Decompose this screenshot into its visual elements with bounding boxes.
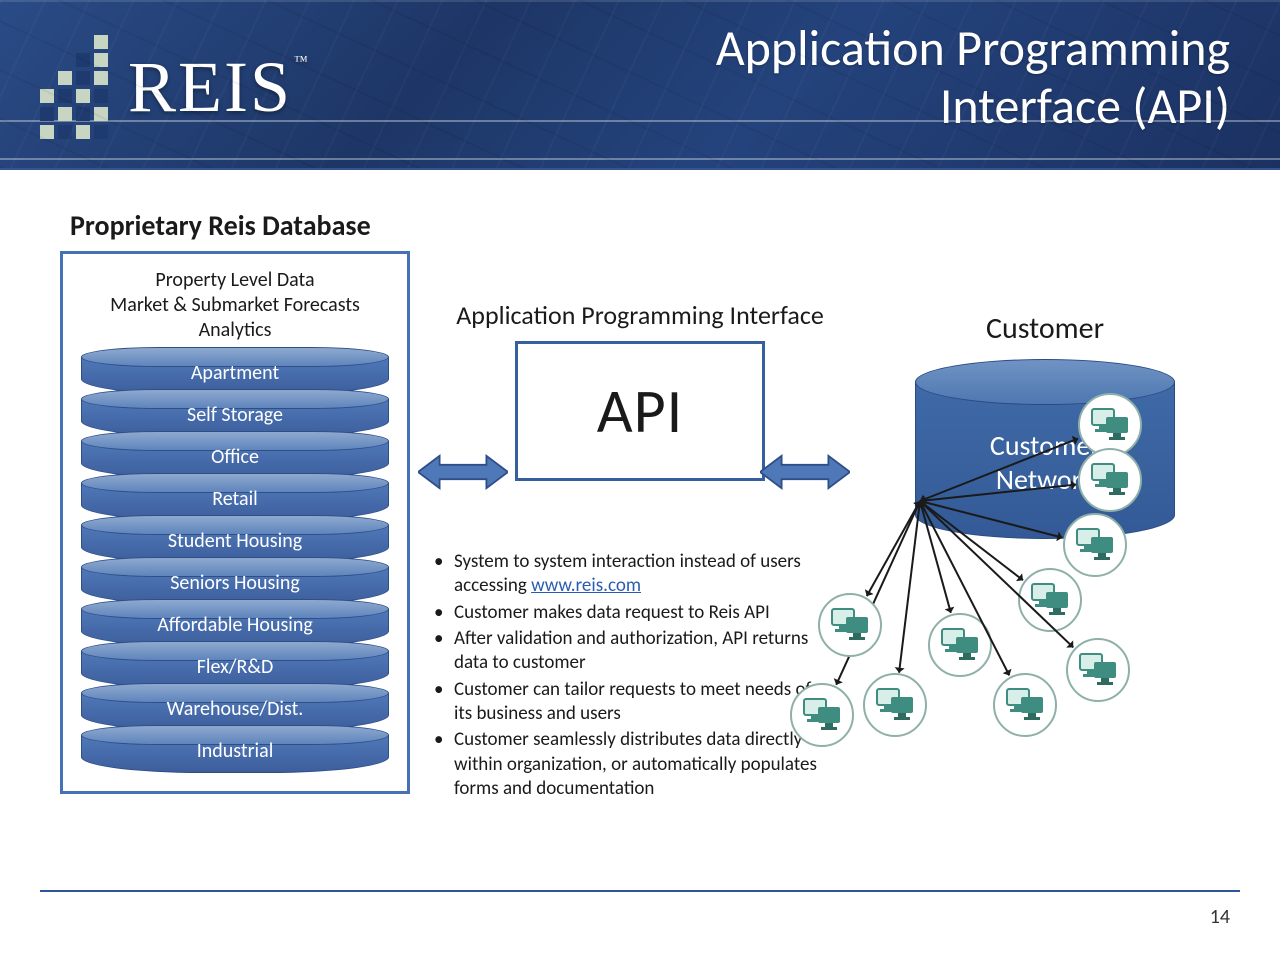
slide-body: Proprietary Reis Database Property Level… xyxy=(0,170,1280,794)
client-network xyxy=(0,0,1220,930)
page-number: 14 xyxy=(1210,905,1230,929)
slide: REIS™ Application Programming Interface … xyxy=(0,0,1280,960)
client-node xyxy=(790,683,854,747)
network-spoke-icon xyxy=(898,501,921,672)
client-node xyxy=(1078,448,1142,512)
footer-rule xyxy=(40,890,1240,892)
client-node xyxy=(818,593,882,657)
client-node xyxy=(993,673,1057,737)
client-node xyxy=(863,673,927,737)
